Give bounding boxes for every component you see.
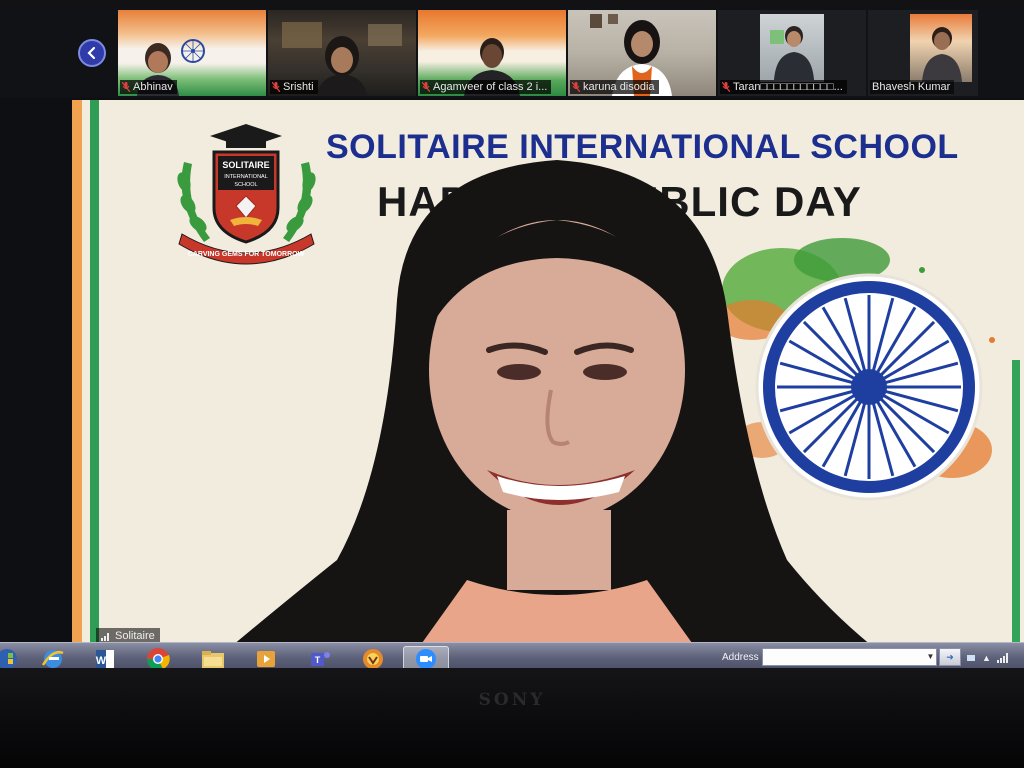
participant-tile[interactable]: Bhavesh Kumar: [868, 10, 978, 96]
participant-video-avatar: [317, 36, 367, 96]
internet-explorer-icon: [41, 650, 64, 668]
zoom-icon: [416, 649, 436, 669]
participant-name: Abhinav: [133, 81, 173, 93]
participant-name: Srishti: [283, 81, 314, 93]
participant-tile[interactable]: Srishti: [268, 10, 416, 96]
participant-name: Bhavesh Kumar: [872, 81, 951, 93]
chevron-down-icon[interactable]: ▼: [925, 649, 936, 665]
active-speaker-view: SOLITAIRE INTERNATIONAL SCHOOL CARVING G…: [72, 100, 1024, 648]
browser-icon: [363, 649, 383, 669]
speaker-video-feed: [229, 160, 875, 648]
zoom-meeting-screen: Abhinav Srishti Agamveer of class 2 i...…: [0, 6, 1024, 670]
participant-name-label: Bhavesh Kumar: [870, 80, 955, 94]
muted-mic-icon: [272, 82, 280, 92]
participant-name: Agamveer of class 2 i...: [433, 81, 548, 93]
svg-text:T: T: [315, 655, 321, 665]
participant-name-label: Srishti: [270, 80, 318, 94]
participant-tile[interactable]: Agamveer of class 2 i...: [418, 10, 566, 96]
participant-name-label: Agamveer of class 2 i...: [420, 80, 552, 94]
participant-gallery: Abhinav Srishti Agamveer of class 2 i...…: [0, 6, 1024, 98]
explorer-folder-icon: [202, 651, 224, 668]
participant-name: karuna disodia: [583, 81, 655, 93]
network-icon[interactable]: [966, 653, 976, 663]
participant-tile[interactable]: karuna disodia: [568, 10, 716, 96]
taskbar-app-zoom[interactable]: [403, 646, 449, 670]
address-toolbar-label: Address: [722, 652, 759, 663]
muted-mic-icon: [722, 82, 730, 92]
participant-name-label: karuna disodia: [570, 80, 659, 94]
address-input[interactable]: [762, 648, 937, 666]
participant-name-label: Abhinav: [120, 80, 177, 94]
participant-video-avatar: [922, 27, 962, 82]
taskbar-app-explorer[interactable]: [196, 646, 230, 670]
start-button[interactable]: [0, 646, 24, 670]
muted-mic-icon: [122, 82, 130, 92]
windows-logo-icon: [0, 649, 17, 669]
tray-expand-icon[interactable]: ▲: [982, 653, 991, 663]
taskbar-app-chrome[interactable]: [141, 646, 175, 670]
word-icon: W: [96, 650, 114, 668]
taskbar-app-ie[interactable]: [36, 646, 70, 670]
saffron-border-stripe: [72, 100, 82, 648]
participant-video-avatar: [770, 26, 814, 80]
participant-name: Taran□□□□□□□□□□□...: [733, 81, 843, 93]
ashoka-chakra-icon: [181, 39, 205, 63]
green-border-stripe: [90, 100, 99, 648]
signal-bars-icon: [101, 632, 109, 641]
participant-tile[interactable]: Taran□□□□□□□□□□□...: [718, 10, 866, 96]
svg-text:W: W: [96, 655, 107, 667]
teams-icon: T: [311, 652, 330, 666]
green-border-stripe: [1012, 360, 1020, 648]
taskbar-app-media[interactable]: [249, 646, 283, 670]
monitor-bottom-bezel: [0, 668, 1024, 768]
chrome-icon: [146, 648, 170, 670]
taskbar-app-word[interactable]: W: [88, 646, 122, 670]
monitor-brand-logo: SONY: [478, 690, 546, 710]
chevron-left-icon: [87, 46, 96, 60]
participant-name-label: Taran□□□□□□□□□□□...: [720, 80, 847, 94]
muted-mic-icon: [422, 82, 430, 92]
system-tray: ▲: [966, 651, 1024, 665]
taskbar-app-browser[interactable]: [356, 646, 390, 670]
media-player-icon: [257, 651, 275, 667]
taskbar-app-teams[interactable]: T: [303, 646, 337, 670]
participant-tile[interactable]: Abhinav: [118, 10, 266, 96]
gallery-previous-button[interactable]: [78, 39, 106, 67]
muted-mic-icon: [572, 82, 580, 92]
address-go-button[interactable]: ➜: [939, 648, 961, 666]
signal-strength-icon[interactable]: [996, 653, 1009, 663]
